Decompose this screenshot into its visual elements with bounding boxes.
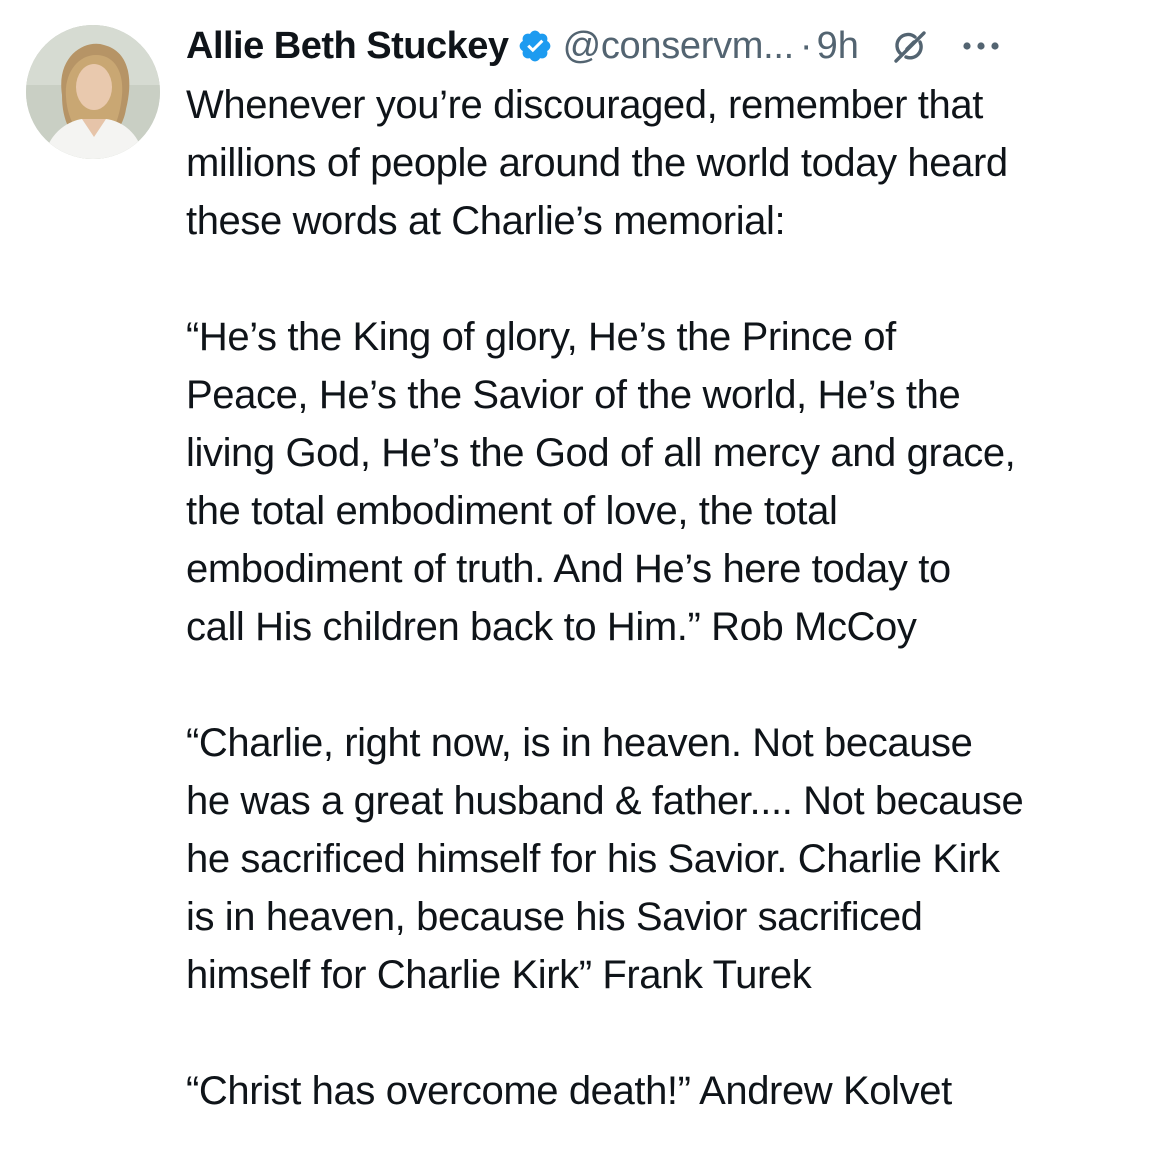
tweet-line: Peace, He’s the Savior of the world, He’… [186, 373, 961, 417]
author-handle[interactable]: @conservm... [563, 18, 795, 74]
tweet-line: these words at Charlie’s memorial: [186, 199, 786, 243]
tweet-text: Whenever you’re discouraged, remember th… [186, 76, 1148, 1120]
tweet-line: living God, He’s the God of all mercy an… [186, 431, 1016, 475]
separator-dot: · [799, 25, 813, 67]
tweet-line: he sacrificed himself for his Savior. Ch… [186, 837, 1000, 881]
tweet-line: the total embodiment of love, the total [186, 489, 838, 533]
avatar[interactable] [26, 25, 160, 159]
more-options-icon[interactable] [961, 39, 1001, 53]
tweet-paragraph: Whenever you’re discouraged, remember th… [186, 76, 1148, 250]
tweet-line: “He’s the King of glory, He’s the Prince… [186, 315, 896, 359]
grok-icon[interactable] [887, 24, 931, 68]
tweet-line: embodiment of truth. And He’s here today… [186, 547, 951, 591]
tweet-paragraph: “Christ has overcome death!” Andrew Kolv… [186, 1062, 1148, 1120]
tweet-line: call His children back to Him.” Rob McCo… [186, 605, 917, 649]
tweet-paragraph: “He’s the King of glory, He’s the Prince… [186, 308, 1148, 656]
timestamp[interactable]: 9h [817, 18, 859, 74]
tweet-line: he was a great husband & father.... Not … [186, 779, 1024, 823]
display-name[interactable]: Allie Beth Stuckey [186, 18, 509, 74]
tweet-line: Whenever you’re discouraged, remember th… [186, 83, 983, 127]
tweet-line: “Christ has overcome death!” Andrew Kolv… [186, 1069, 952, 1113]
tweet-line: “Charlie, right now, is in heaven. Not b… [186, 721, 973, 765]
avatar-image [26, 25, 160, 159]
tweet-line: millions of people around the world toda… [186, 141, 1008, 185]
verified-badge-icon [517, 28, 553, 64]
tweet-paragraph: “Charlie, right now, is in heaven. Not b… [186, 714, 1148, 1004]
tweet[interactable]: Allie Beth Stuckey @conservm... · 9h Whe… [0, 0, 1170, 1171]
tweet-line: himself for Charlie Kirk” Frank Turek [186, 953, 812, 997]
tweet-line: is in heaven, because his Savior sacrifi… [186, 895, 923, 939]
tweet-header: Allie Beth Stuckey @conservm... · 9h [186, 18, 1144, 74]
